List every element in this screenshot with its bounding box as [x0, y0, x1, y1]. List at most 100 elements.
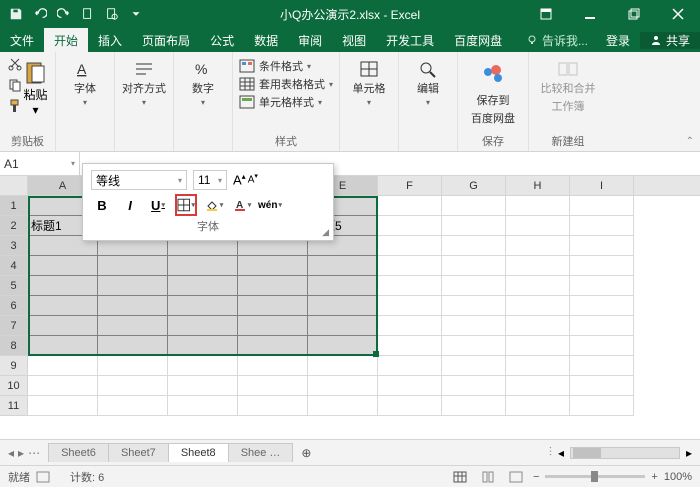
mini-bold[interactable]: B	[91, 194, 113, 216]
tab-baidu[interactable]: 百度网盘	[444, 28, 512, 52]
new-sheet-button[interactable]: ⊕	[296, 443, 316, 463]
tab-page-layout[interactable]: 页面布局	[132, 28, 200, 52]
copy-icon[interactable]	[7, 77, 23, 96]
sheet-nav-first[interactable]: ◂	[8, 446, 14, 460]
chevron-down-icon: ▾	[71, 159, 75, 168]
col-header-H[interactable]: H	[506, 176, 570, 195]
mini-borders[interactable]: ▾	[175, 194, 197, 216]
row-header-10[interactable]: 10	[0, 376, 28, 396]
mini-phonetic[interactable]: wén▾	[259, 194, 281, 216]
qat-dropdown-icon[interactable]	[128, 6, 144, 22]
mini-italic[interactable]: I	[119, 194, 141, 216]
zoom-in[interactable]: +	[651, 471, 657, 483]
mini-font-name[interactable]: 等线▾	[91, 170, 187, 190]
ribbon-display-icon[interactable]	[524, 0, 568, 28]
row-header-3[interactable]: 3	[0, 236, 28, 256]
row-header-11[interactable]: 11	[0, 396, 28, 416]
window-title: 小Q办公演示2.xlsx - Excel	[280, 6, 420, 23]
tab-file[interactable]: 文件	[0, 28, 44, 52]
view-page-layout-icon[interactable]	[477, 469, 499, 485]
row-header-7[interactable]: 7	[0, 316, 28, 336]
hscroll-left[interactable]: ◂	[558, 446, 564, 460]
group-font: A 字体 ▾	[56, 52, 115, 151]
select-all[interactable]	[0, 176, 28, 195]
sheet-nav-last[interactable]: ▸	[18, 446, 24, 460]
new-icon[interactable]	[80, 6, 96, 22]
cells-button[interactable]: 单元格 ▾	[346, 56, 392, 107]
number-button[interactable]: % 数字 ▾	[180, 56, 226, 107]
row-header-1[interactable]: 1	[0, 196, 28, 216]
collapse-ribbon-icon[interactable]: ⌃	[686, 136, 694, 147]
login-link[interactable]: 登录	[596, 32, 640, 49]
compare-icon	[558, 60, 578, 78]
row-header-5[interactable]: 5	[0, 276, 28, 296]
compare-merge-button: 比较和合并 工作簿	[535, 56, 601, 114]
bulb-icon	[526, 34, 538, 46]
save-to-baidu-button[interactable]: 保存到 百度网盘	[464, 56, 522, 126]
mini-underline[interactable]: U▾	[147, 194, 169, 216]
baidu-cloud-icon	[478, 60, 508, 90]
mini-font-size[interactable]: 11▾	[193, 170, 227, 190]
editing-button[interactable]: 编辑 ▾	[405, 56, 451, 107]
cut-icon[interactable]	[7, 56, 23, 75]
tab-formulas[interactable]: 公式	[200, 28, 244, 52]
macro-icon[interactable]	[36, 471, 50, 483]
tab-data[interactable]: 数据	[244, 28, 288, 52]
col-header-G[interactable]: G	[442, 176, 506, 195]
font-button[interactable]: A 字体 ▾	[62, 56, 108, 107]
row-header-8[interactable]: 8	[0, 336, 28, 356]
zoom-out[interactable]: −	[533, 471, 539, 483]
hscroll-right[interactable]: ▸	[686, 446, 692, 460]
tab-home[interactable]: 开始	[44, 28, 88, 52]
cell-styles[interactable]: 单元格样式▾	[239, 94, 322, 110]
group-label-save: 保存	[482, 131, 504, 151]
format-painter-icon[interactable]	[7, 98, 23, 117]
mini-font-color[interactable]: A▾	[231, 194, 253, 216]
zoom-slider[interactable]	[545, 475, 645, 478]
zoom-knob[interactable]	[591, 471, 598, 482]
col-header-F[interactable]: F	[378, 176, 442, 195]
tab-view[interactable]: 视图	[332, 28, 376, 52]
close-icon[interactable]	[656, 0, 700, 28]
redo-icon[interactable]	[56, 6, 72, 22]
view-page-break-icon[interactable]	[505, 469, 527, 485]
name-box[interactable]: A1 ▾	[0, 152, 80, 175]
row-header-2[interactable]: 2	[0, 216, 28, 236]
tab-review[interactable]: 审阅	[288, 28, 332, 52]
mini-fill-color[interactable]: ▾	[203, 194, 225, 216]
print-preview-icon[interactable]	[104, 6, 120, 22]
view-normal-icon[interactable]	[449, 469, 471, 485]
minimize-icon[interactable]	[568, 0, 612, 28]
tab-developer[interactable]: 开发工具	[376, 28, 444, 52]
tell-me[interactable]: 告诉我...	[518, 32, 596, 49]
row-header-6[interactable]: 6	[0, 296, 28, 316]
group-number: % 数字 ▾	[174, 52, 233, 151]
cell-styles-icon	[239, 95, 255, 109]
sheet-tab-7[interactable]: Sheet7	[108, 443, 169, 462]
conditional-formatting[interactable]: 条件格式▾	[239, 58, 311, 74]
restore-icon[interactable]	[612, 0, 656, 28]
mini-grow-shrink-font[interactable]: A▴A▾	[233, 172, 258, 187]
group-label-new: 新建组	[552, 131, 585, 151]
share-button[interactable]: 共享	[640, 32, 700, 49]
format-as-table[interactable]: 套用表格格式▾	[239, 76, 333, 92]
row-header-4[interactable]: 4	[0, 256, 28, 276]
hscroll-thumb[interactable]	[573, 448, 601, 458]
dialog-launcher-icon[interactable]: ◢	[322, 227, 329, 238]
align-icon	[134, 60, 154, 78]
paste-button[interactable]: 粘贴 ▾	[23, 60, 49, 117]
status-mode: 就绪	[8, 469, 30, 485]
sheet-tab-8[interactable]: Sheet8	[168, 443, 229, 462]
alignment-button[interactable]: 对齐方式 ▾	[121, 56, 167, 107]
undo-icon[interactable]	[32, 6, 48, 22]
row-header-9[interactable]: 9	[0, 356, 28, 376]
sheet-tab-truncated[interactable]: Shee …	[228, 443, 294, 462]
save-icon[interactable]	[8, 6, 24, 22]
tab-insert[interactable]: 插入	[88, 28, 132, 52]
col-header-I[interactable]: I	[570, 176, 634, 195]
sheet-tab-6[interactable]: Sheet6	[48, 443, 109, 462]
hscroll-track[interactable]	[570, 447, 680, 459]
sheet-nav-more[interactable]: ⋯	[28, 446, 40, 460]
group-styles: 条件格式▾ 套用表格格式▾ 单元格样式▾ 样式	[233, 52, 340, 151]
zoom-level[interactable]: 100%	[664, 471, 692, 483]
